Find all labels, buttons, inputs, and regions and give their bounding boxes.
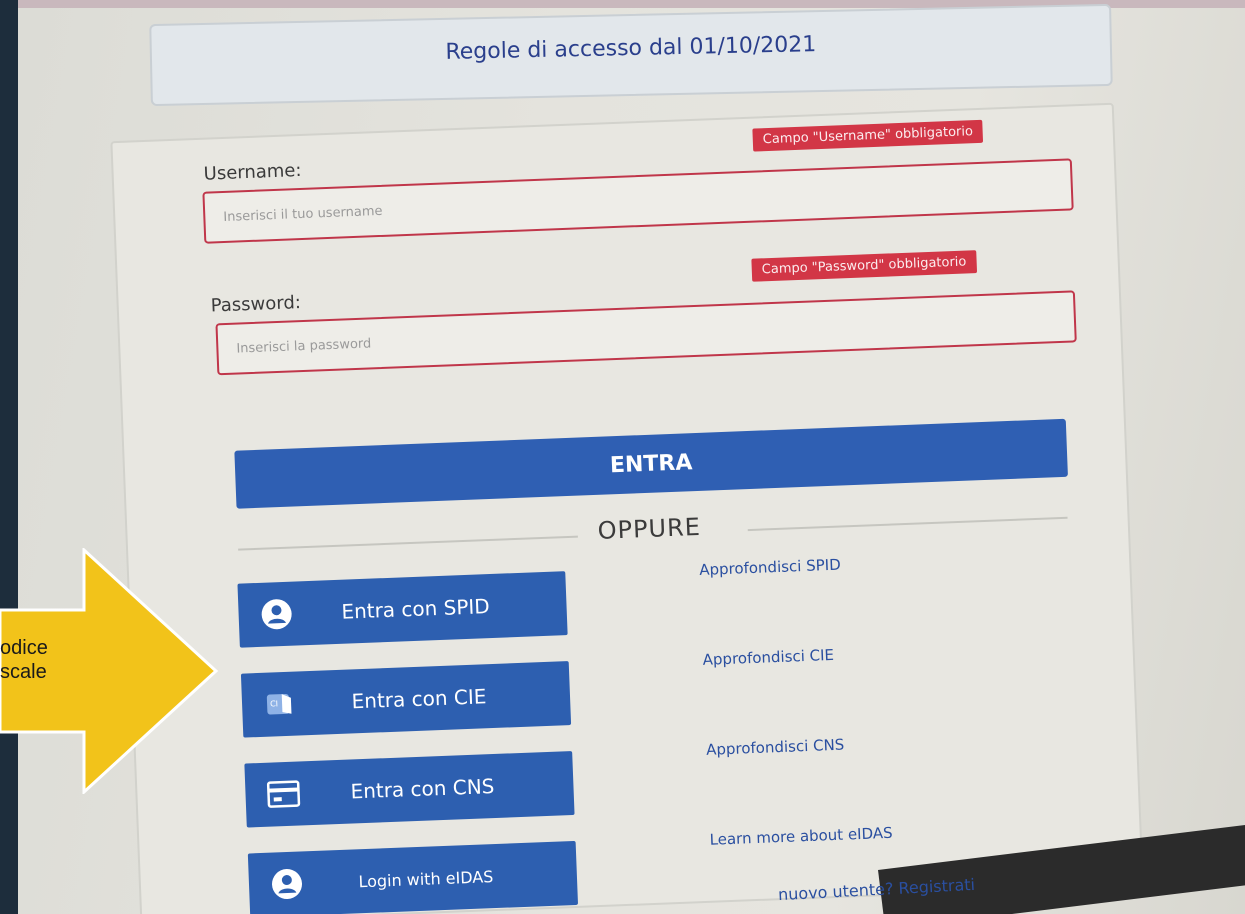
spid-button-label: Entra con SPID [340,594,491,624]
eidas-login-button[interactable]: Login with eIDAS [247,840,579,914]
annotation-line-1: odice [0,637,48,659]
cns-button-label: Entra con CNS [350,774,495,804]
cie-button-label: Entra con CIE [351,684,487,714]
spid-login-button[interactable]: Entra con SPID [237,571,568,648]
password-label: Password: [210,292,302,317]
annotation-label: odice scale [0,636,48,684]
divider-right [747,516,1068,532]
username-label: Username: [203,159,302,185]
user-icon [268,865,305,902]
password-field[interactable] [215,290,1077,376]
username-error-badge: Campo "Username" obbligatorio [752,119,984,152]
divider-left [238,535,578,551]
id-card-icon: CI [261,685,298,722]
cie-login-button[interactable]: CI Entra con CIE [240,661,572,738]
password-error-badge: Campo "Password" obbligatorio [751,250,977,282]
username-input[interactable] [204,160,1072,242]
login-submit-button[interactable]: ENTRA [234,418,1068,509]
login-card: Campo "Username" obbligatorio Username: … [110,102,1144,914]
annotation-line-2: scale [0,661,47,683]
eidas-button-label: Login with eIDAS [358,866,494,891]
learn-cns-link[interactable]: Approfondisci CNS [706,736,845,759]
username-field[interactable] [202,158,1074,244]
learn-eidas-link[interactable]: Learn more about eIDAS [709,824,893,849]
learn-cie-link[interactable]: Approfondisci CIE [702,646,834,669]
user-icon [258,596,295,633]
page-title: Regole di accesso dal 01/10/2021 [445,32,817,65]
password-input[interactable] [217,292,1075,374]
divider-label: OPPURE [597,512,702,545]
learn-spid-link[interactable]: Approfondisci SPID [699,556,841,579]
access-rules-banner: Regole di accesso dal 01/10/2021 [149,3,1113,107]
credit-card-icon [265,775,302,812]
svg-text:CI: CI [270,699,278,708]
cns-login-button[interactable]: Entra con CNS [244,750,575,828]
